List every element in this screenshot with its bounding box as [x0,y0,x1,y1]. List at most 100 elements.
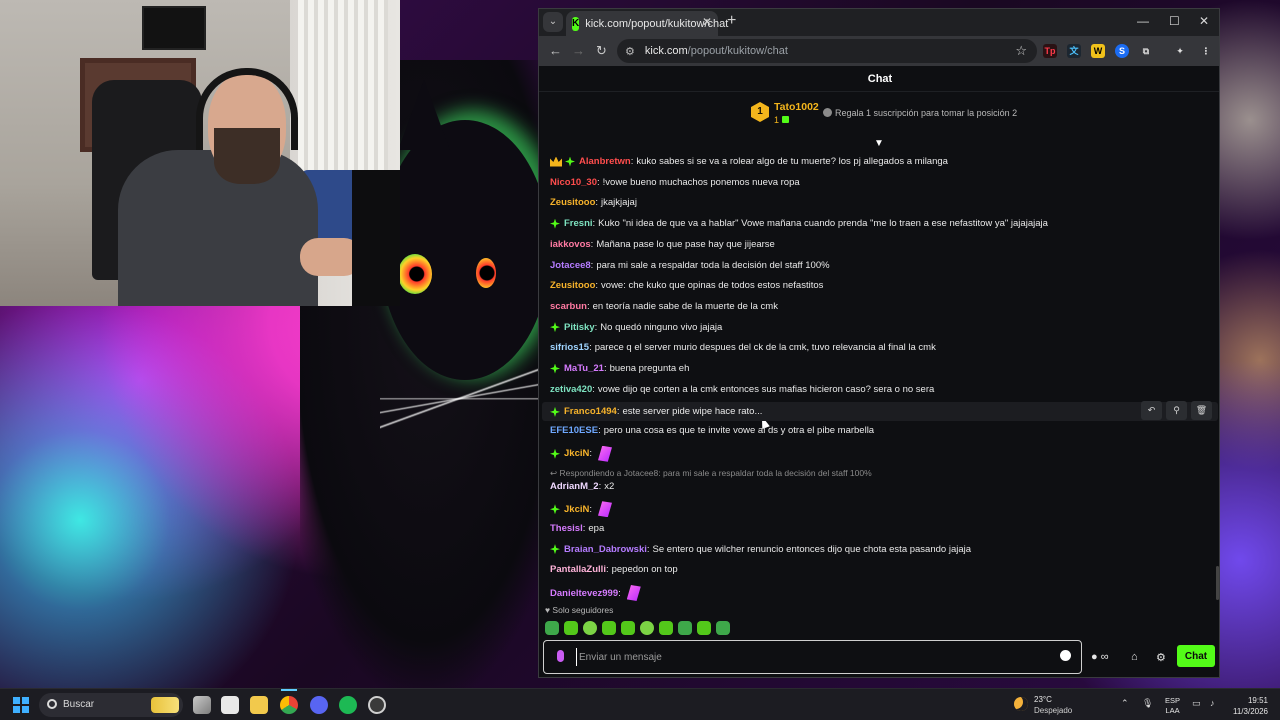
chat-username[interactable]: Franco1494 [564,406,617,417]
extension-blue-icon[interactable]: S [1115,44,1129,58]
reply-icon[interactable]: ↶ [1141,401,1162,421]
chat-username[interactable]: JkciN [564,504,589,515]
chat-username[interactable]: AdrianM_2 [550,481,599,492]
kick-points-icon[interactable]: ● ∞ [1091,651,1109,663]
chat-message[interactable]: Danieltevez999: [550,585,641,601]
address-bar[interactable]: ⚙ kick.com/popout/kukitow/chat ☆ [617,39,1037,63]
chat-message[interactable]: JkciN: [550,445,612,462]
weather-moon-icon[interactable] [1014,697,1028,711]
close-window-button[interactable]: ✕ [1199,14,1209,28]
quick-emote[interactable] [640,621,654,635]
quick-emote[interactable] [545,621,559,635]
quick-emote[interactable] [716,621,730,635]
chat-message[interactable]: Nico10_30: !vowe bueno muchachos ponemos … [550,177,800,188]
chat-username[interactable]: PantallaZulli [550,564,606,575]
chat-username[interactable]: scarbun [550,301,587,312]
chrome-icon[interactable] [280,696,298,714]
bookmark-star-icon[interactable]: ☆ [1015,43,1027,59]
chat-username[interactable]: Zeusitooo [550,197,595,208]
quick-emote[interactable] [678,621,692,635]
store-icon[interactable]: ⌂ [1131,651,1138,663]
extension-w-icon[interactable]: W [1091,44,1105,58]
tray-overflow-chevron-icon[interactable]: ⌃ [1121,698,1129,709]
extension-tp-icon[interactable]: Tp [1043,44,1057,58]
quick-emote[interactable] [602,621,616,635]
taskbar-clock[interactable]: 19:51 11/3/2026 [1228,695,1268,717]
collapse-chevron-icon[interactable]: ▼ [874,138,884,149]
chat-username[interactable]: Braian_Dabrowski [564,544,647,555]
tab-close-icon[interactable]: ✕ [702,15,712,29]
extensions-puzzle-icon[interactable]: ⧉ [1139,44,1153,58]
file-explorer-icon[interactable] [250,696,268,714]
chat-username[interactable]: Fresni [564,218,593,229]
chat-message[interactable]: AdrianM_2: x2 [550,481,614,492]
emoji-picker-icon[interactable] [1060,650,1071,661]
minimize-button[interactable]: — [1137,14,1149,28]
network-icon[interactable]: ▭ [1192,698,1201,709]
chat-username[interactable]: Jotacee8 [550,260,591,271]
chat-message[interactable]: EFE10ESE: pero una cosa es que te invite … [550,425,874,436]
reload-button[interactable]: ↻ [596,43,607,59]
leaderboard-username[interactable]: Tato1002 [774,101,819,113]
chat-username[interactable]: sifrios15 [550,342,589,353]
chat-message[interactable]: Zeusitooo: vowe: che kuko que opinas de t… [550,280,823,291]
chat-username[interactable]: zetiva420 [550,384,592,395]
chat-username[interactable]: Pitisky [564,322,595,333]
chat-settings-icon[interactable]: ⚙ [1156,651,1166,664]
chat-scrollbar[interactable] [1216,566,1219,600]
reply-context[interactable]: ↩ Respondiendo a Jotacee8: para mi sale … [550,468,872,479]
quick-emote[interactable] [659,621,673,635]
chat-username[interactable]: MaTu_21 [564,363,604,374]
profile-bird-icon[interactable]: ✦ [1173,44,1187,58]
send-chat-button[interactable]: Chat [1177,645,1215,667]
chat-message[interactable]: Thesisl: epa [550,523,604,534]
back-button[interactable]: ← [549,43,562,58]
tray-mic-icon[interactable]: 🎙 [1142,698,1153,709]
browser-menu-icon[interactable]: ⋮ [1199,44,1213,58]
new-tab-button[interactable]: + [727,12,736,30]
microphone-icon[interactable] [557,650,564,662]
discord-icon[interactable] [310,696,328,714]
taskview-icon[interactable] [193,696,211,714]
quick-emote[interactable] [583,621,597,635]
chat-message[interactable]: Zeusitooo: jkajkjajaj [550,197,637,208]
windows-start-icon[interactable] [13,697,29,713]
chat-username[interactable]: Nico10_30 [550,177,597,188]
notepad-icon[interactable] [221,696,239,714]
taskbar-search[interactable]: Buscar [39,693,183,717]
chat-message[interactable]: Jotacee8: para mi sale a respaldar toda l… [550,260,830,271]
delete-icon[interactable]: 🗑 [1191,401,1212,421]
chat-username[interactable]: JkciN [564,448,589,459]
site-info-icon[interactable]: ⚙ [625,45,635,58]
chat-message[interactable]: Fresni: Kuko "ni idea de que va a hablar"… [550,218,1048,229]
chat-username[interactable]: Thesisl [550,523,583,534]
chat-username[interactable]: EFE10ESE [550,425,598,436]
chat-username[interactable]: Zeusitooo [550,280,595,291]
tab-search-button[interactable]: ⌄ [543,12,563,32]
chat-message[interactable]: Franco1494: este server pide wipe hace ra… [542,401,1218,422]
browser-tab[interactable]: K kick.com/popout/kukitow/chat ✕ [566,11,728,36]
chat-message[interactable]: sifrios15: parece q el server murio despu… [550,342,936,353]
chat-message[interactable]: Alanbretwn: kuko sabes si se va a rolear … [550,156,948,167]
chat-username[interactable]: Alanbretwn [579,156,631,167]
quick-emote[interactable] [564,621,578,635]
spotify-icon[interactable] [339,696,357,714]
chat-message[interactable]: PantallaZulli: pepedon on top [550,564,678,575]
chat-message[interactable]: scarbun: en teoría nadie sabe de la muert… [550,301,778,312]
extension-translate-icon[interactable]: 文 [1067,44,1081,58]
chat-message[interactable]: JkciN: [550,501,612,518]
chat-message[interactable]: zetiva420: vowe dijo qe corten a la cmk e… [550,384,934,395]
chat-username[interactable]: iakkovos [550,239,591,250]
quick-emote[interactable] [621,621,635,635]
chat-message[interactable]: MaTu_21: buena pregunta eh [550,363,689,374]
chat-message[interactable]: iakkovos: Mañana pase lo que pase hay que… [550,239,775,250]
chat-message[interactable]: Braian_Dabrowski: Se entero que wilcher r… [550,544,971,555]
forward-button[interactable]: → [572,43,585,58]
language-indicator[interactable]: ESP LAA [1165,696,1180,716]
chat-message-input[interactable] [576,648,1046,666]
chat-username[interactable]: Danieltevez999 [550,588,618,599]
maximize-button[interactable]: ☐ [1169,14,1180,28]
volume-icon[interactable]: ♪ [1210,698,1215,708]
obs-icon[interactable] [368,696,386,714]
pin-icon[interactable]: ⚲ [1166,401,1187,421]
